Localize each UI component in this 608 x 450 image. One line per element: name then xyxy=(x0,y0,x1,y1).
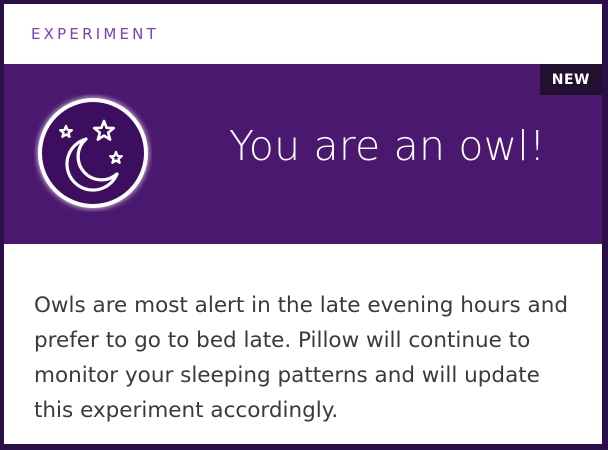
moon-and-stars-icon xyxy=(34,94,152,212)
result-title: You are an owl! xyxy=(229,122,546,170)
experiment-label: EXPERIMENT xyxy=(31,25,159,43)
card-header: EXPERIMENT xyxy=(4,4,602,64)
result-description: Owls are most alert in the late evening … xyxy=(34,293,568,423)
result-banner: NEW You are an owl! xyxy=(4,64,602,244)
experiment-card: EXPERIMENT NEW You are an owl! Owls are … xyxy=(4,4,602,444)
new-badge: NEW xyxy=(539,64,602,95)
